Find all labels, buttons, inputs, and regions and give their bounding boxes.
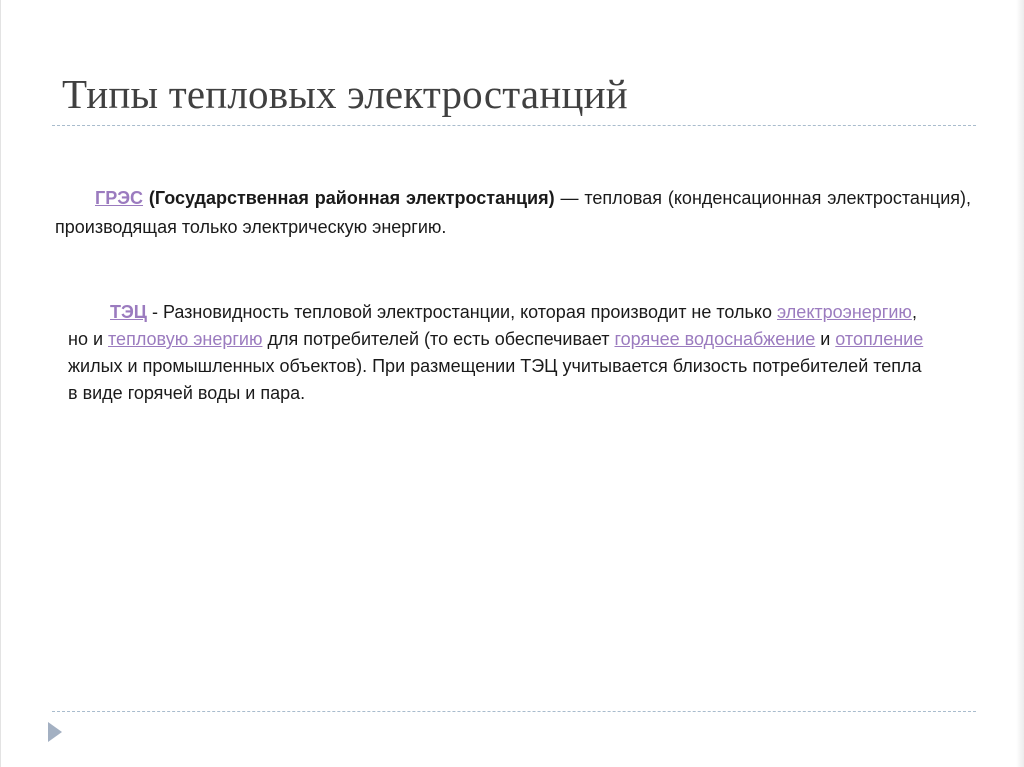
tec-link[interactable]: ТЭЦ: [110, 302, 147, 322]
tec-text-4: и: [815, 329, 836, 349]
slide-left-border: [0, 0, 1, 767]
grps-paragraph: ГРЭС (Государственная районная электрост…: [55, 184, 971, 242]
triangle-right-icon[interactable]: [48, 722, 62, 742]
slide: Типы тепловых электростанций ГРЭС (Госуд…: [0, 0, 1024, 767]
tec-paragraph: ТЭЦ - Разновидность тепловой электростан…: [68, 299, 928, 407]
footer-divider: [52, 711, 976, 712]
tec-text-3: для потребителей (то есть обеспечивает: [262, 329, 615, 349]
thermal-energy-link[interactable]: тепловую энергию: [108, 329, 262, 349]
tec-text-1: - Разновидность тепловой электростанции,…: [146, 302, 778, 322]
tec-text-5: жилых и промышленных объектов). При разм…: [68, 356, 922, 403]
slide-right-shadow: [1016, 0, 1024, 767]
title-divider: [52, 125, 976, 126]
hot-water-supply-link[interactable]: горячее водоснабжение: [614, 329, 815, 349]
slide-title: Типы тепловых электростанций: [62, 71, 628, 117]
heating-link[interactable]: отопление: [835, 329, 923, 349]
grps-expansion: (Государственная районная электростанция…: [148, 188, 555, 208]
electroenergy-link[interactable]: электроэнергию: [777, 302, 912, 322]
grps-link[interactable]: ГРЭС: [95, 188, 143, 208]
